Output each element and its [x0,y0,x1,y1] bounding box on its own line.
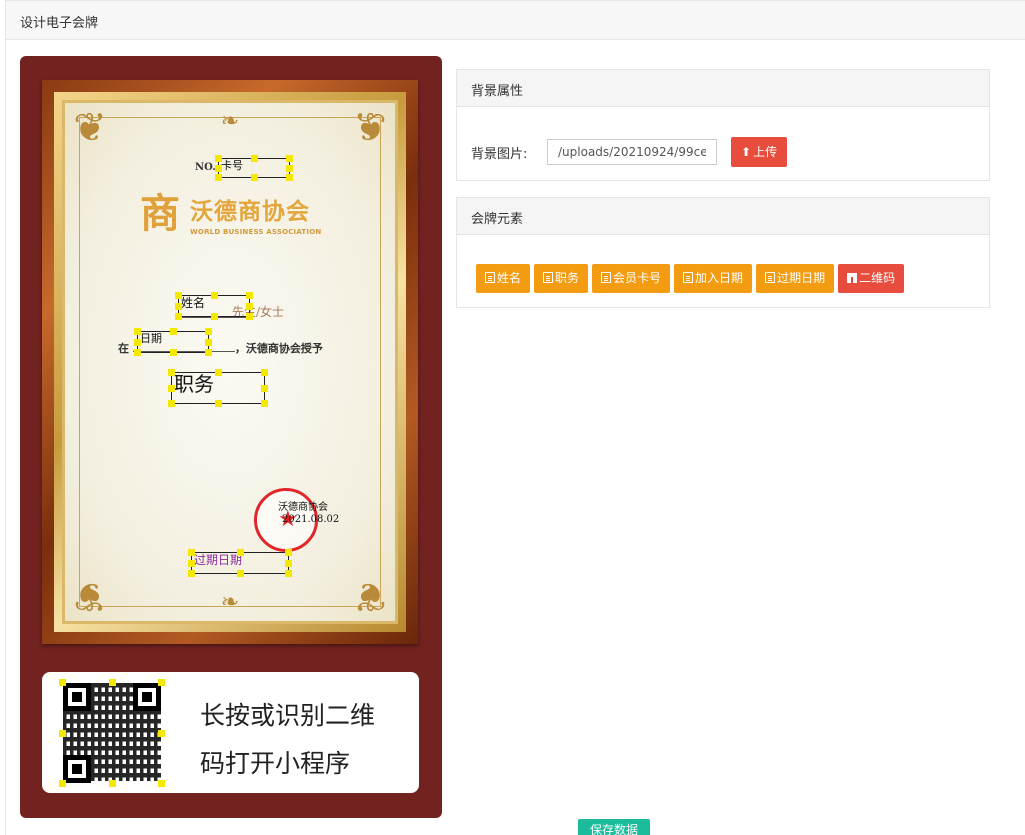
qrcode-icon [847,273,858,283]
document-icon [765,272,776,283]
cert-no-prefix: NO. [195,162,216,173]
logo-cn: 沃德商协会 [190,199,310,225]
logo-en: WORLD BUSINESS ASSOCIATION [190,228,322,236]
corner-ornament-icon: ❦ [73,105,107,151]
upload-icon: ⬆ [741,145,752,159]
logo-mark-icon: 商 [140,190,180,237]
document-icon [683,272,694,283]
background-panel: 背景属性 背景图片: ⬆上传 [456,69,990,181]
page-header: 设计电子会牌 [5,0,1025,40]
add-position-button[interactable]: 职务 [534,264,589,293]
qr-card: 长按或识别二维 码打开小程序 [42,672,419,793]
add-name-button[interactable]: 姓名 [476,264,531,293]
add-join-date-button[interactable]: 加入日期 [674,264,753,293]
element-name[interactable]: 姓名 [175,292,253,320]
corner-ornament-icon: ❦ [73,573,107,619]
seal-org: 沃德商协会 [278,502,328,513]
corner-ornament-icon: ❦ [353,573,387,619]
page-title: 设计电子会牌 [20,16,99,31]
add-qrcode-button[interactable]: 二维码 [838,264,905,293]
upload-button[interactable]: ⬆ 上传 [731,137,788,167]
certificate-paper: ❦ ❦ ❦ ❦ ❧ ❧ [62,100,398,624]
element-position[interactable]: 职务 [168,369,268,407]
certificate-canvas[interactable]: ❦ ❦ ❦ ❦ ❧ ❧ NO. 商 沃德商协会 WORLD BUSINESS A… [20,56,442,818]
top-ornament-icon: ❧ [220,109,240,134]
document-icon [485,272,495,283]
element-join-date[interactable]: 日期 [134,328,212,356]
document-icon [601,272,612,283]
background-panel-title: 背景属性 [457,70,989,107]
corner-ornament-icon: ❦ [353,105,387,151]
qr-instructions: 长按或识别二维 码打开小程序 [200,701,376,778]
bottom-ornament-icon: ❧ [220,590,240,615]
element-qrcode[interactable] [59,679,165,787]
save-data-button[interactable]: 保存数据 [578,819,650,835]
background-image-label: 背景图片: [471,146,528,162]
background-image-input[interactable] [547,139,717,165]
elements-panel: 会牌元素 姓名 职务 会员卡号 加入日期 过期日期 二维码 [456,197,990,308]
add-expire-date-button[interactable]: 过期日期 [756,264,835,293]
seal-date: 2021.08.02 [282,514,340,525]
add-card-no-button[interactable]: 会员卡号 [592,264,671,293]
association-logo: 商 沃德商协会 WORLD BUSINESS ASSOCIATION [136,190,321,238]
document-icon [543,272,554,283]
element-card-no[interactable]: 卡号 [215,155,293,181]
elements-panel-title: 会牌元素 [457,198,989,235]
element-expire-date[interactable]: 过期日期 [188,549,292,577]
